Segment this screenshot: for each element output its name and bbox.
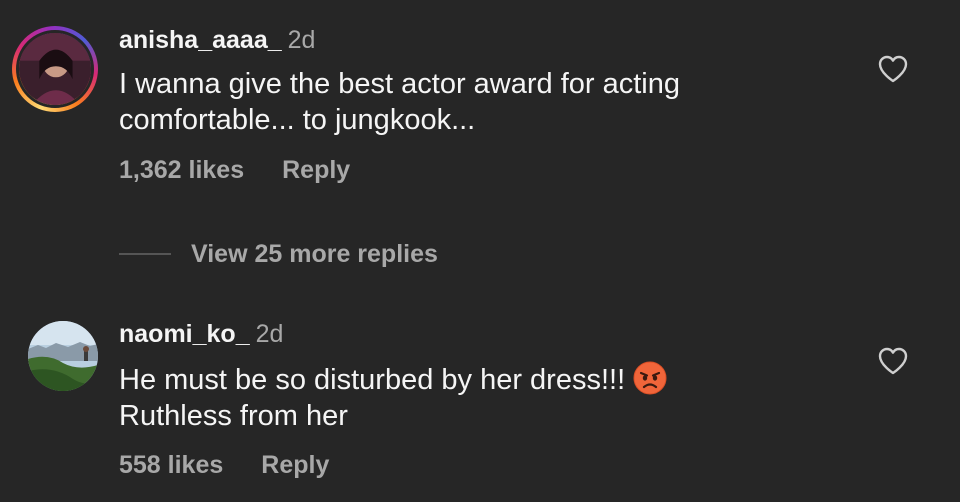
comments-thread: anisha_aaaa_ 2d I wanna give the best act… bbox=[0, 0, 960, 502]
avatar[interactable] bbox=[16, 30, 94, 108]
comment-text-line: Ruthless from her bbox=[119, 400, 348, 432]
likes-count[interactable]: 1,362 likes bbox=[119, 156, 244, 184]
comment-text: I wanna give the best actor award for ac… bbox=[119, 66, 839, 138]
replies-divider-line bbox=[119, 253, 171, 255]
avatar-image bbox=[19, 33, 91, 105]
angry-face-emoji-icon bbox=[633, 361, 667, 395]
comment-header: anisha_aaaa_ 2d bbox=[119, 26, 315, 55]
comment-text-segment: He must be so disturbed by her dress!!! bbox=[119, 364, 626, 396]
view-more-replies-button[interactable]: View 25 more replies bbox=[119, 236, 438, 272]
avatar-image bbox=[28, 321, 98, 391]
heart-outline-icon[interactable] bbox=[878, 55, 908, 83]
avatar[interactable] bbox=[28, 321, 98, 391]
comment-text-line: comfortable... to jungkook... bbox=[119, 104, 476, 136]
avatar-container[interactable] bbox=[12, 321, 98, 407]
comment-text-line: I wanna give the best actor award for ac… bbox=[119, 68, 680, 100]
avatar-story-ring[interactable] bbox=[12, 26, 98, 112]
comment-text: He must be so disturbed by her dress!!! … bbox=[119, 361, 839, 434]
username[interactable]: naomi_ko_ bbox=[119, 320, 250, 348]
reply-button[interactable]: Reply bbox=[282, 156, 350, 184]
timestamp: 2d bbox=[255, 320, 284, 348]
reply-button[interactable]: Reply bbox=[261, 451, 329, 479]
timestamp: 2d bbox=[287, 26, 316, 54]
view-more-replies-label: View 25 more replies bbox=[191, 239, 438, 268]
heart-outline-icon[interactable] bbox=[878, 347, 908, 375]
comment-actions: 558 likes Reply bbox=[119, 451, 329, 480]
username[interactable]: anisha_aaaa_ bbox=[119, 26, 282, 54]
comment-actions: 1,362 likes Reply bbox=[119, 156, 350, 185]
comment-header: naomi_ko_ 2d bbox=[119, 320, 283, 349]
comment-text-line: He must be so disturbed by her dress!!! bbox=[119, 361, 839, 398]
likes-count[interactable]: 558 likes bbox=[119, 451, 223, 479]
